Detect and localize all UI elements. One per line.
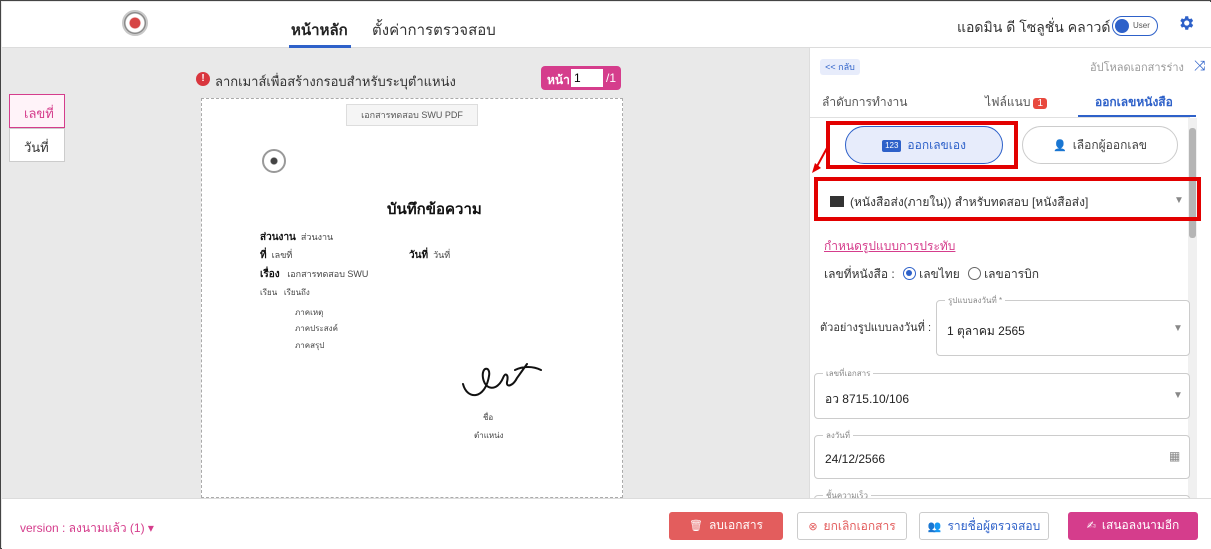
tab-home[interactable]: หน้าหลัก bbox=[291, 18, 348, 42]
university-logo bbox=[122, 10, 148, 36]
stamp-format-link[interactable]: กำหนดรูปแบบการประทับ bbox=[824, 237, 955, 256]
tab-issue-number[interactable]: ออกเลขหนังสือ bbox=[1095, 93, 1173, 112]
subject-value: เอกสารทดสอบ SWU bbox=[287, 269, 369, 279]
delete-label: ลบเอกสาร bbox=[708, 518, 764, 532]
page-pager: หน้า : /1 bbox=[541, 66, 621, 90]
calendar-icon[interactable]: ▦ bbox=[1169, 449, 1180, 463]
cancel-label: ยกเลิกเอกสาร bbox=[823, 519, 896, 533]
sign-icon: ✍ bbox=[1086, 520, 1096, 532]
warning-icon: ! bbox=[196, 72, 210, 86]
toggle-knob bbox=[1115, 19, 1129, 33]
to-line: เรียน เรียนถึง bbox=[260, 286, 310, 299]
shuffle-icon[interactable]: ⤨ bbox=[1194, 58, 1208, 72]
chevron-down-icon: ▾ bbox=[147, 521, 154, 535]
tab-attachments[interactable]: ไฟล์แนบ 1 bbox=[985, 93, 1048, 112]
submit-for-signing-button[interactable]: ✍ เสนอลงนามอีก bbox=[1068, 512, 1198, 540]
date-format-select[interactable]: รูปแบบลงวันที่ * 1 ตุลาคม 2565 ▼ bbox=[936, 294, 1190, 356]
dept-value: ส่วนงาน bbox=[300, 232, 334, 242]
chevron-down-icon: ▼ bbox=[1173, 323, 1183, 334]
body-line: ภาคสรุป bbox=[295, 341, 325, 350]
doc-number-value: อว 8715.10/106 bbox=[825, 392, 910, 406]
sign-date-value: 24/12/2566 bbox=[825, 452, 886, 466]
user-name[interactable]: แอดมิน ดี โซลูชั่น คลาวด์ bbox=[957, 17, 1111, 39]
tab-review-settings[interactable]: ตั้งค่าการตรวจสอบ bbox=[372, 18, 496, 42]
subject-line: เรื่อง เอกสารทดสอบ SWU bbox=[260, 267, 368, 282]
radio-arabic-label: เลขอารบิก bbox=[984, 267, 1040, 281]
role-toggle[interactable]: User bbox=[1112, 16, 1158, 36]
reviewers-label: รายชื่อผู้ตรวจสอบ bbox=[947, 519, 1041, 533]
date-label: วันที่ bbox=[409, 250, 429, 261]
dept-label: ส่วนงาน bbox=[260, 232, 296, 243]
attachment-count-badge: 1 bbox=[1033, 98, 1048, 109]
active-tab-indicator bbox=[289, 45, 351, 48]
number-value: เลขที่ bbox=[271, 250, 293, 260]
annotation-arrow-icon bbox=[812, 147, 828, 173]
pager-total: /1 bbox=[606, 71, 617, 85]
date-value: วันที่ bbox=[433, 250, 451, 260]
app-window: หน้าหลัก ตั้งค่าการตรวจสอบ แอดมิน ดี โซล… bbox=[0, 0, 1211, 549]
toggle-label: User bbox=[1133, 21, 1150, 30]
upload-draft-link[interactable]: อัปโหลดเอกสารร่าง bbox=[1090, 58, 1184, 76]
radio-arabic-numerals[interactable] bbox=[968, 267, 982, 280]
choose-issuer-label: เลือกผู้ออกเลข bbox=[1072, 138, 1147, 152]
chevron-down-icon: ▼ bbox=[1173, 390, 1183, 401]
subject-label: เรื่อง bbox=[260, 269, 280, 280]
number-line: ที่ เลขที่ bbox=[260, 248, 292, 263]
highlight-box-book-type bbox=[814, 177, 1201, 221]
highlight-box-issue-self bbox=[826, 121, 1018, 169]
sidebar-tab-date[interactable]: วันที่ bbox=[9, 128, 65, 162]
document-logo bbox=[262, 149, 286, 173]
date-format-value: 1 ตุลาคม 2565 bbox=[947, 324, 1025, 338]
tab-attachments-label: ไฟล์แนบ bbox=[985, 95, 1031, 109]
users-icon: 👥 bbox=[927, 521, 942, 533]
date-example-label: ตัวอย่างรูปแบบลงวันที่ : bbox=[820, 322, 932, 334]
body-line: ภาคเหตุ bbox=[295, 308, 324, 317]
cancel-document-button[interactable]: ⊗ ยกเลิกเอกสาร bbox=[797, 512, 907, 540]
document-number-select[interactable]: เลขที่เอกสาร อว 8715.10/106 ▼ bbox=[814, 367, 1190, 419]
choose-issuer-button[interactable]: 👤 เลือกผู้ออกเลข bbox=[1022, 126, 1178, 164]
drag-hint: ลากเมาส์เพื่อสร้างกรอบสำหรับระบุตำแหน่ง bbox=[215, 74, 456, 89]
bottom-bar: version : ลงนามแล้ว (1) ▾ 🗑 ลบเอกสาร ⊗ ยกเ… bbox=[2, 498, 1211, 549]
version-dropdown[interactable]: version : ลงนามแล้ว (1) ▾ bbox=[20, 519, 154, 538]
right-panel: << กลับ อัปโหลดเอกสารร่าง ⤨ ลำดับการทำงา… bbox=[809, 48, 1211, 515]
version-label: version : ลงนามแล้ว (1) bbox=[20, 521, 145, 535]
back-button[interactable]: << กลับ bbox=[820, 59, 860, 75]
sign-date-legend: ลงวันที่ bbox=[823, 429, 854, 442]
trash-icon: 🗑 bbox=[688, 520, 703, 532]
file-tag: เอกสารทดสอบ SWU PDF bbox=[346, 104, 478, 126]
number-label: ที่ bbox=[260, 250, 267, 261]
radio-thai-label: เลขไทย bbox=[919, 267, 960, 281]
gear-icon[interactable] bbox=[1177, 14, 1195, 32]
signer-name: ชื่อ bbox=[483, 413, 494, 422]
page-number-input[interactable] bbox=[571, 69, 603, 87]
tabs-divider bbox=[810, 117, 1190, 118]
document-page[interactable]: เอกสารทดสอบ SWU PDF บันทึกข้อความ ส่วนงา… bbox=[201, 98, 623, 498]
submit-label: เสนอลงนามอีก bbox=[1101, 518, 1180, 532]
dept-line: ส่วนงาน ส่วนงาน bbox=[260, 230, 333, 245]
body-line: ภาคประสงค์ bbox=[295, 324, 338, 333]
to-label: เรียน bbox=[260, 288, 278, 297]
radio-thai-numerals[interactable] bbox=[903, 267, 917, 280]
active-panel-tab-indicator bbox=[1078, 115, 1196, 117]
document-title: บันทึกข้อความ bbox=[387, 201, 482, 218]
delete-document-button[interactable]: 🗑 ลบเอกสาร bbox=[669, 512, 783, 540]
to-value: เรียนถึง bbox=[283, 288, 310, 297]
number-style-row: เลขที่หนังสือ : เลขไทย เลขอารบิก bbox=[824, 265, 1039, 284]
doc-number-legend: เลขที่เอกสาร bbox=[823, 367, 874, 380]
top-bar: หน้าหลัก ตั้งค่าการตรวจสอบ แอดมิน ดี โซล… bbox=[2, 2, 1211, 48]
signer-position: ตำแหน่ง bbox=[474, 431, 504, 440]
sidebar-tab-number[interactable]: เลขที่ bbox=[9, 94, 65, 128]
signature-image bbox=[462, 363, 542, 396]
tab-workflow[interactable]: ลำดับการทำงาน bbox=[822, 93, 907, 112]
date-format-legend: รูปแบบลงวันที่ * bbox=[945, 294, 1006, 307]
number-style-label: เลขที่หนังสือ : bbox=[824, 267, 895, 281]
date-line: วันที่ วันที่ bbox=[409, 248, 450, 263]
user-search-icon: 👤 bbox=[1053, 140, 1067, 152]
cancel-icon: ⊗ bbox=[808, 521, 818, 533]
reviewers-list-button[interactable]: 👥 รายชื่อผู้ตรวจสอบ bbox=[919, 512, 1049, 540]
sign-date-input[interactable]: ลงวันที่ 24/12/2566 ▦ bbox=[814, 429, 1190, 479]
